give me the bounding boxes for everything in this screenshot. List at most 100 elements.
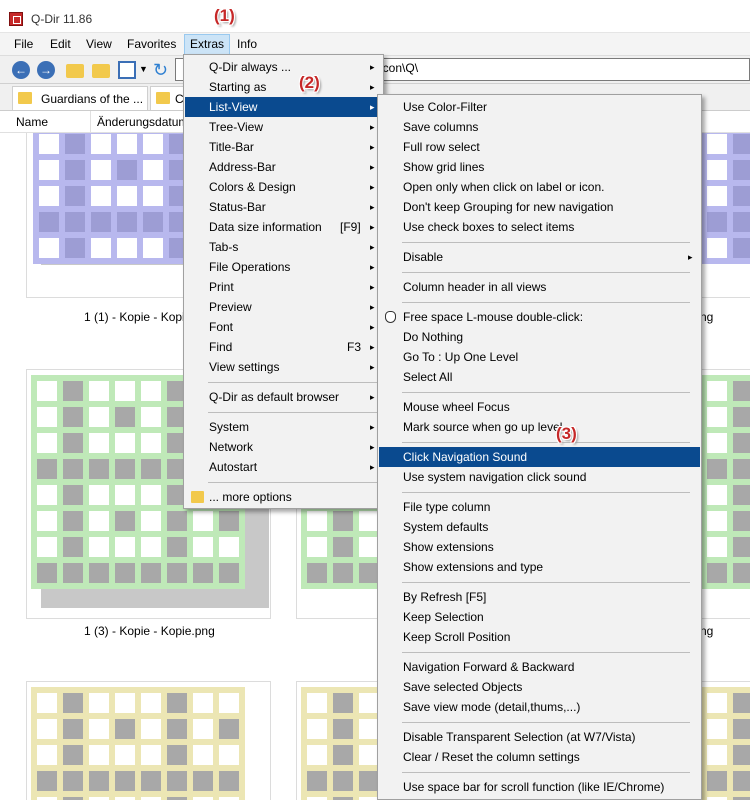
tab-guardians[interactable]: Guardians of the ... [12, 86, 148, 110]
listview-item-system-defaults[interactable]: System defaults [379, 517, 700, 537]
listview-item-go-to-up-one-level[interactable]: Go To : Up One Level [379, 347, 700, 367]
new-folder-icon[interactable] [92, 64, 110, 78]
menu-favorites[interactable]: Favorites [127, 37, 176, 51]
preview-cell [707, 381, 727, 401]
extras-item-starting-as[interactable]: Starting as ▸ [185, 77, 382, 97]
extras-item-print[interactable]: Print ▸ [185, 277, 382, 297]
menu-item-label: Use system navigation click sound [403, 470, 587, 484]
listview-item-navigation-forward-backward[interactable]: Navigation Forward & Backward [379, 657, 700, 677]
listview-item-save-view-mode-detail-thums[interactable]: Save view mode (detail,thums,...) [379, 697, 700, 717]
column-date[interactable]: Änderungsdatum [97, 115, 188, 129]
preview-cell [707, 563, 727, 583]
menu-view[interactable]: View [86, 37, 112, 51]
file-caption[interactable]: 1 (1) - Kopie - Kopie [84, 310, 191, 324]
thumbnail[interactable] [296, 681, 386, 800]
listview-item-mouse-wheel-focus[interactable]: Mouse wheel Focus [379, 397, 700, 417]
extras-item-status-bar[interactable]: Status-Bar ▸ [185, 197, 382, 217]
window-title: Q-Dir 11.86 [31, 12, 93, 26]
thumbnail[interactable] [26, 681, 271, 800]
preview-cell [115, 381, 135, 401]
submenu-arrow-icon: ▸ [370, 442, 375, 452]
listview-item-keep-scroll-position[interactable]: Keep Scroll Position [379, 627, 700, 647]
refresh-icon[interactable]: ↻ [153, 61, 171, 79]
preview-cell [707, 433, 727, 453]
extras-item-q-dir-always[interactable]: Q-Dir always ... ▸ [185, 57, 382, 77]
extras-item-font[interactable]: Font ▸ [185, 317, 382, 337]
listview-item-don-t-keep-grouping-for-new-navigation[interactable]: Don't keep Grouping for new navigation [379, 197, 700, 217]
listview-item-clear-reset-the-column-settings[interactable]: Clear / Reset the column settings [379, 747, 700, 767]
menu-separator [208, 382, 382, 383]
thumbnail[interactable] [700, 133, 750, 298]
column-separator[interactable] [90, 111, 91, 133]
listview-item-save-columns[interactable]: Save columns [379, 117, 700, 137]
listview-item-show-grid-lines[interactable]: Show grid lines [379, 157, 700, 177]
listview-item-show-extensions[interactable]: Show extensions [379, 537, 700, 557]
menu-item-label: Use Color-Filter [403, 100, 488, 114]
menu-item-label: Print [209, 280, 234, 294]
listview-item-by-refresh-f5[interactable]: By Refresh [F5] [379, 587, 700, 607]
menu-edit[interactable]: Edit [50, 37, 71, 51]
extras-item-data-size-information[interactable]: Data size information [F9] ▸ [185, 217, 382, 237]
thumbnail[interactable] [700, 681, 750, 800]
submenu-arrow-icon: ▸ [370, 62, 375, 72]
submenu-arrow-icon: ▸ [370, 302, 375, 312]
listview-item-use-space-bar-for-scroll-function-like-ie-chrome[interactable]: Use space bar for scroll function (like … [379, 777, 700, 797]
listview-item-free-space-l-mouse-double-click[interactable]: Free space L-mouse double-click: [379, 307, 700, 327]
listview-item-show-extensions-and-type[interactable]: Show extensions and type [379, 557, 700, 577]
listview-item-do-nothing[interactable]: Do Nothing [379, 327, 700, 347]
listview-item-disable-transparent-selection-at-w7-vista[interactable]: Disable Transparent Selection (at W7/Vis… [379, 727, 700, 747]
menu-info[interactable]: Info [237, 37, 257, 51]
extras-item-q-dir-as-default-browser[interactable]: Q-Dir as default browser ▸ [185, 387, 382, 407]
view-mode-icon[interactable] [118, 61, 136, 79]
listview-item-full-row-select[interactable]: Full row select [379, 137, 700, 157]
folder-icon [18, 92, 32, 104]
back-button[interactable]: ← [12, 61, 30, 79]
preview-cell [733, 160, 750, 180]
preview-cell [193, 771, 213, 791]
menu-extras[interactable]: Extras [184, 34, 231, 55]
thumbnail[interactable] [700, 369, 750, 619]
menu-item-label: By Refresh [F5] [403, 590, 487, 604]
menu-file[interactable]: File [14, 37, 33, 51]
file-caption[interactable]: 1 (3) - Kopie - Kopie.png [84, 624, 215, 638]
listview-item-open-only-when-click-on-label-or-icon[interactable]: Open only when click on label or icon. [379, 177, 700, 197]
extras-item-find[interactable]: Find F3 ▸ [185, 337, 382, 357]
listview-item-use-color-filter[interactable]: Use Color-Filter [379, 97, 700, 117]
file-caption[interactable]: ng [700, 624, 713, 638]
preview-cell [141, 771, 161, 791]
column-name[interactable]: Name [16, 115, 48, 129]
listview-item-use-check-boxes-to-select-items[interactable]: Use check boxes to select items [379, 217, 700, 237]
listview-item-disable[interactable]: Disable ▸ [379, 247, 700, 267]
extras-item-address-bar[interactable]: Address-Bar ▸ [185, 157, 382, 177]
listview-item-mark-source-when-go-up-level[interactable]: Mark source when go up level [379, 417, 700, 437]
extras-item-tab-s[interactable]: Tab-s ▸ [185, 237, 382, 257]
extras-item-tree-view[interactable]: Tree-View ▸ [185, 117, 382, 137]
preview-cell [359, 719, 379, 739]
preview-cell [359, 511, 379, 531]
extras-item-preview[interactable]: Preview ▸ [185, 297, 382, 317]
listview-item-column-header-in-all-views[interactable]: Column header in all views [379, 277, 700, 297]
preview-cell [707, 511, 727, 531]
extras-item-system[interactable]: System ▸ [185, 417, 382, 437]
folder-up-icon[interactable] [66, 64, 84, 78]
extras-item-colors-design[interactable]: Colors & Design ▸ [185, 177, 382, 197]
preview-cell [143, 160, 163, 180]
file-caption[interactable]: ng [700, 310, 713, 324]
listview-item-keep-selection[interactable]: Keep Selection [379, 607, 700, 627]
listview-item-select-all[interactable]: Select All [379, 367, 700, 387]
extras-item-autostart[interactable]: Autostart ▸ [185, 457, 382, 477]
preview-cell [733, 485, 750, 505]
extras-item-view-settings[interactable]: View settings ▸ [185, 357, 382, 377]
listview-item-click-navigation-sound[interactable]: Click Navigation Sound [379, 447, 700, 467]
listview-item-use-system-navigation-click-sound[interactable]: Use system navigation click sound [379, 467, 700, 487]
listview-item-file-type-column[interactable]: File type column [379, 497, 700, 517]
forward-button[interactable]: → [37, 61, 55, 79]
preview-cell [117, 160, 137, 180]
extras-item-more-options[interactable]: ... more options [185, 487, 382, 507]
extras-item-network[interactable]: Network ▸ [185, 437, 382, 457]
extras-item-title-bar[interactable]: Title-Bar ▸ [185, 137, 382, 157]
preview-cell [733, 134, 750, 154]
extras-item-file-operations[interactable]: File Operations ▸ [185, 257, 382, 277]
listview-item-save-selected-objects[interactable]: Save selected Objects [379, 677, 700, 697]
extras-item-list-view[interactable]: List-View ▸ [185, 97, 382, 117]
